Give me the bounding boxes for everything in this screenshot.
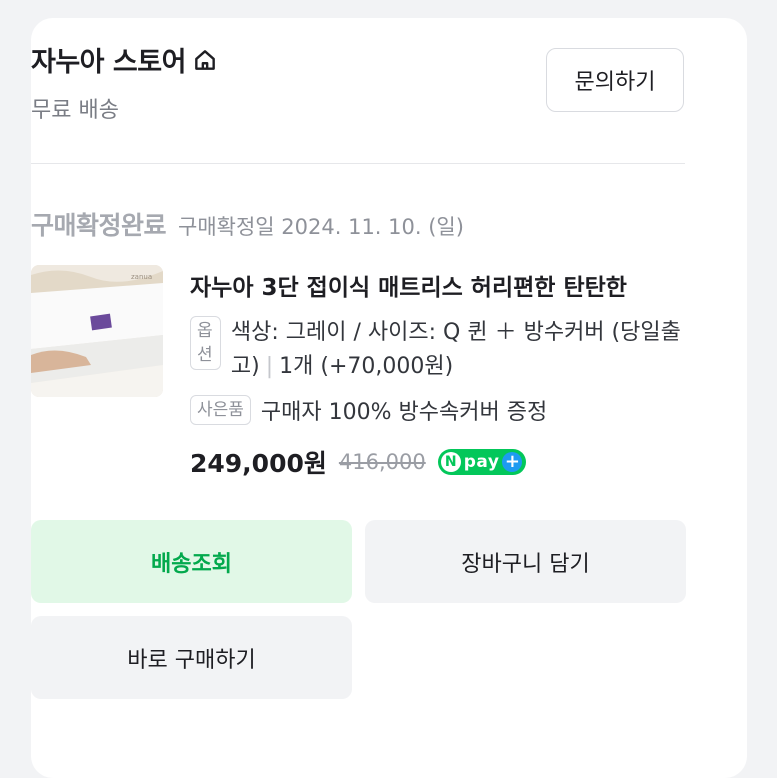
order-status-row: 구매확정완료 구매확정일 2024. 11. 10. (일) — [31, 206, 464, 242]
gift-tag: 사은품 — [190, 395, 251, 425]
plus-icon: + — [502, 452, 523, 472]
gift-text: 구매자 100% 방수속커버 증정 — [260, 400, 548, 425]
home-icon[interactable] — [192, 47, 218, 73]
order-status: 구매확정완료 — [31, 211, 167, 240]
product-thumbnail[interactable]: zanua — [31, 265, 163, 397]
option-tag: 옵션 — [190, 316, 221, 370]
mattress-image: zanua — [31, 265, 163, 397]
separator: | — [265, 354, 274, 379]
store-name[interactable]: 자누아 스토어 — [31, 40, 186, 79]
option-row: 옵션 색상: 그레이 / 사이즈: Q 퀸 ＋ 방수커버 (당일출고) | 1개 (… — [190, 316, 690, 384]
sale-price: 249,000원 — [190, 449, 327, 478]
price-row: 249,000원 416,000 N pay + — [190, 444, 527, 480]
store-header[interactable]: 자누아 스토어 — [31, 40, 218, 79]
track-delivery-button[interactable]: 배송조회 — [31, 520, 352, 603]
npay-plus-badge: N pay + — [437, 449, 527, 475]
shipping-info: 무료 배송 — [31, 98, 119, 123]
inquiry-button[interactable]: 문의하기 — [546, 48, 684, 112]
npay-label: pay — [463, 452, 500, 472]
divider — [31, 163, 685, 164]
confirm-date: 구매확정일 2024. 11. 10. (일) — [178, 215, 464, 239]
add-to-cart-button[interactable]: 장바구니 담기 — [365, 520, 686, 603]
option-details: 색상: 그레이 / 사이즈: Q 퀸 ＋ 방수커버 (당일출고) | 1개 (+70… — [231, 316, 690, 384]
npay-n-icon: N — [440, 452, 461, 472]
buy-now-button[interactable]: 바로 구매하기 — [31, 616, 352, 699]
original-price: 416,000 — [338, 450, 426, 474]
product-title[interactable]: 자누아 3단 접이식 매트리스 허리편한 탄탄한 — [190, 268, 684, 302]
quantity-text: 1개 (+70,000원) — [279, 354, 454, 379]
brand-logo: zanua — [131, 273, 152, 281]
gift-row: 사은품 구매자 100% 방수속커버 증정 — [190, 394, 547, 426]
